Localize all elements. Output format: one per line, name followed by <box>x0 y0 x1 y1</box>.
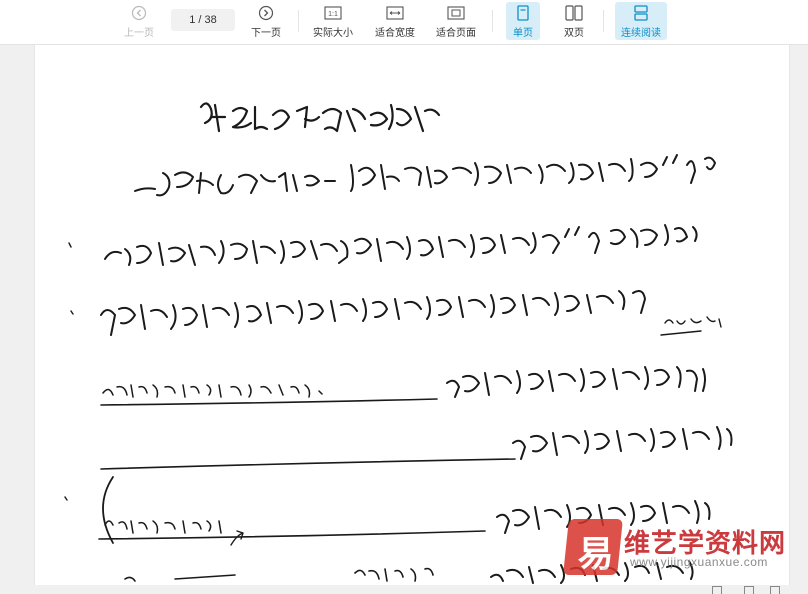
page-number-input[interactable] <box>171 9 235 31</box>
two-page-view-icon[interactable] <box>744 586 754 594</box>
continuous-reading-label: 连续阅读 <box>621 27 661 39</box>
fit-width-icon <box>385 4 405 22</box>
site-watermark: 易 维艺学资料网 www.yijingxuanxue.com <box>563 519 785 575</box>
single-page-label: 单页 <box>513 27 533 39</box>
grid-view-icon[interactable] <box>770 586 780 594</box>
document-page[interactable] <box>34 45 790 585</box>
continuous-reading-icon <box>631 4 651 22</box>
continuous-reading-button[interactable]: 连续阅读 <box>615 2 667 40</box>
fit-width-button[interactable]: 适合宽度 <box>372 2 418 40</box>
double-page-label: 双页 <box>564 27 584 39</box>
fit-page-button[interactable]: 适合页面 <box>433 2 479 40</box>
double-page-button[interactable]: 双页 <box>556 2 592 40</box>
fit-page-icon <box>446 4 466 22</box>
prev-page-button[interactable]: 上一页 <box>118 2 160 40</box>
single-page-icon <box>513 4 533 22</box>
actual-size-icon: 1:1 <box>323 4 343 22</box>
toolbar-divider <box>603 10 604 32</box>
prev-page-label: 上一页 <box>124 27 154 39</box>
actual-size-button[interactable]: 1:1 实际大小 <box>310 2 356 40</box>
toolbar-divider <box>298 10 299 32</box>
toolbar-divider <box>492 10 493 32</box>
next-page-button[interactable]: 下一页 <box>245 2 287 40</box>
svg-text:1:1: 1:1 <box>328 11 338 18</box>
chevron-right-icon <box>256 4 276 22</box>
watermark-logo: 易 <box>563 519 623 575</box>
fit-page-label: 适合页面 <box>436 27 476 39</box>
single-page-button[interactable]: 单页 <box>506 2 540 40</box>
chevron-left-icon <box>129 4 149 22</box>
handwritten-scan-image <box>64 102 733 584</box>
status-bar <box>0 585 808 594</box>
pdf-toolbar: 上一页 下一页 1:1 实际大小 适合宽度 适合页面 单页 <box>0 0 808 45</box>
page-view-icon[interactable] <box>712 586 722 594</box>
next-page-label: 下一页 <box>251 27 281 39</box>
fit-width-label: 适合宽度 <box>375 27 415 39</box>
watermark-url: www.yijingxuanxue.com <box>630 555 768 569</box>
double-page-icon <box>564 4 584 22</box>
actual-size-label: 实际大小 <box>313 27 353 39</box>
